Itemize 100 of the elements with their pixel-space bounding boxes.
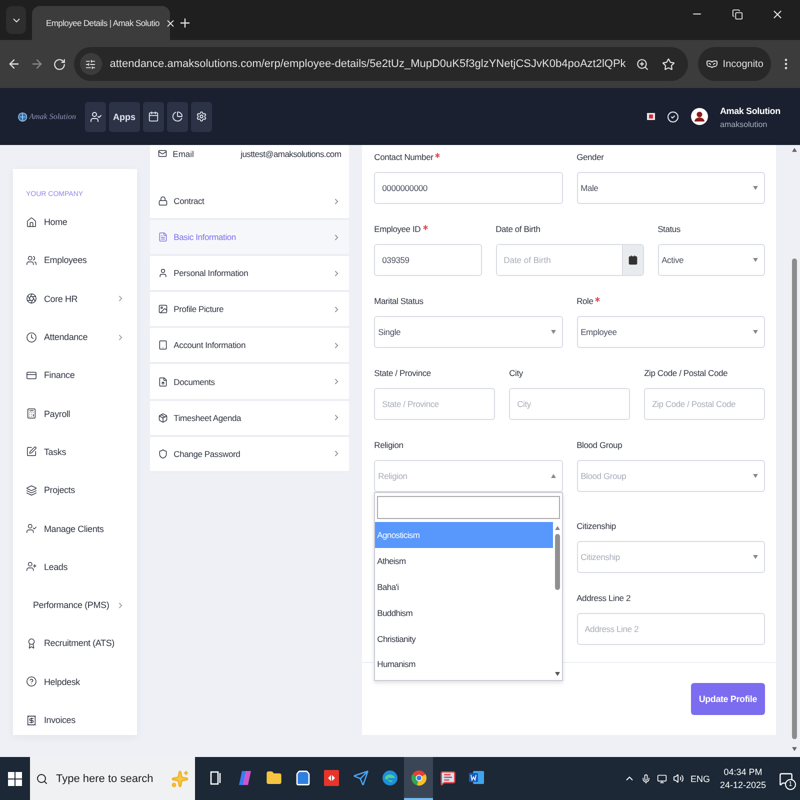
word-icon [469,770,484,785]
profile-menu-item[interactable]: Contract [150,184,350,220]
search-field[interactable] [377,496,560,519]
taskbar-search-field[interactable]: Type here to search [30,757,195,800]
text-field[interactable]: Zip Code / Postal Code [644,388,766,420]
dropdown-option[interactable]: Atheism [375,548,553,574]
calculator-icon [26,408,37,420]
flag-icon[interactable] [647,113,655,120]
copilot-icon [236,770,252,786]
clock-icon [26,332,37,343]
incognito-icon [706,58,718,70]
select-field[interactable]: Active [658,244,766,276]
sidebar-item[interactable]: Finance [13,356,137,394]
browser-icon [382,770,398,786]
text-field[interactable]: 039359 [374,244,482,276]
microphone-icon[interactable] [641,774,652,784]
folder-icon [266,770,282,786]
close-icon [770,8,784,20]
lock-icon [158,196,168,206]
box-icon [158,412,168,423]
tablet-icon [158,340,168,350]
sliders-icon [85,58,96,70]
dropdown-option[interactable]: Christianity [375,626,553,652]
field-label: Address Line 2 [576,592,630,605]
select-field[interactable]: Single [374,316,563,348]
app-icon [324,770,339,786]
sidebar-item[interactable]: Recruitment (ATS) [13,624,137,663]
incognito-button[interactable]: Incognito [698,47,772,81]
text-field[interactable]: City [509,388,630,420]
task-view-icon [210,770,222,784]
select-field[interactable]: Employee [576,316,766,348]
avatar[interactable] [691,108,708,125]
profile-menu-item[interactable]: Change Password [150,436,350,473]
sidebar-item[interactable]: Attendance [13,318,137,356]
field-label: Citizenship [576,520,616,533]
receipt-icon [26,714,37,726]
profile-label: Incognito [722,58,764,70]
sidebar-item[interactable]: Employees [13,241,137,280]
dropdown-option[interactable]: Baha'i [375,574,553,600]
profile-menu-item[interactable]: Personal Information [150,256,350,292]
check-icon[interactable] [667,110,679,122]
close-icon [165,18,176,28]
pie-chart-icon [172,111,182,122]
sidebar-item[interactable]: Helpdesk [13,662,137,701]
sidebar-item[interactable]: Tasks [13,432,137,472]
field-label: Religion [374,439,404,452]
profile-menu-item[interactable]: Account Information [150,328,350,364]
address-bar[interactable]: attendance.amaksolutions.com/erp/employee-details/5e2tUz_MupD0uK5f3glzYNetjCSJvK0b4poAzt2lQPk [74,47,688,81]
user-check-button[interactable] [85,102,106,132]
chart-button[interactable] [166,102,188,132]
sidebar-item[interactable]: Manage Clients [13,509,137,548]
tab-title: Employee Details | Amak Solutio [46,18,160,28]
sidebar-item[interactable]: Projects [13,471,137,510]
calendar-button[interactable] [142,102,164,132]
profile-menu-item[interactable]: Timesheet Agenda [150,400,350,437]
date-field[interactable]: Date of Birth [496,244,644,276]
image-icon [158,304,168,314]
field-label: Role [576,295,594,308]
logo-text: Amak Solution [29,112,76,121]
sparkle-icon [171,770,189,788]
text-field[interactable]: 0000000000 [374,172,563,204]
user-handle: amaksolution [720,120,768,128]
field-label: Date of Birth [496,223,540,236]
sidebar-item[interactable]: Performance (PMS) [13,586,137,624]
update-profile-button[interactable]: Update Profile [690,683,766,715]
user-icon [158,268,168,278]
search-input[interactable]: Type here to search [54,772,165,786]
profile-menu-item[interactable]: Documents [150,364,350,401]
layers-icon [26,484,37,496]
field-label: Contact Number [374,151,434,164]
dropdown-option[interactable]: Humanism [375,651,553,678]
field-label: Status [658,223,680,236]
edit-icon [26,446,37,458]
file-upload-icon [158,376,168,387]
field-label: Employee ID [374,223,421,236]
profile-menu-item[interactable]: Profile Picture [150,292,350,328]
language-indicator[interactable]: ENG [690,774,710,784]
dropdown-option[interactable]: Buddhism [375,600,553,626]
clock[interactable]: 04:34 PM 24-12-2025 [720,767,766,790]
profile-menu-item[interactable]: Basic Information [150,220,350,256]
user-check-icon [90,110,102,122]
sidebar-item[interactable]: Home [13,203,137,242]
store-icon [294,770,310,786]
text-field[interactable]: State / Province [374,388,496,420]
volume-icon[interactable] [673,773,684,784]
sidebar-item[interactable]: Invoices [13,700,137,735]
calendar-icon[interactable] [628,255,638,265]
sidebar-item[interactable]: Leads [13,548,137,586]
reload-icon [52,58,66,70]
sidebar-item[interactable]: Payroll [13,394,137,433]
network-icon[interactable] [657,774,668,784]
apps-button[interactable]: Apps [109,102,140,132]
sidebar-item[interactable]: Core HR [13,280,137,318]
settings-button[interactable] [190,102,212,132]
text-field[interactable]: Address Line 2 [576,613,766,645]
site-info-button[interactable] [80,53,102,75]
select-field[interactable]: Male [576,172,766,204]
chrome-icon [410,770,426,786]
mail-icon [158,149,167,158]
notification-icon [779,772,793,786]
